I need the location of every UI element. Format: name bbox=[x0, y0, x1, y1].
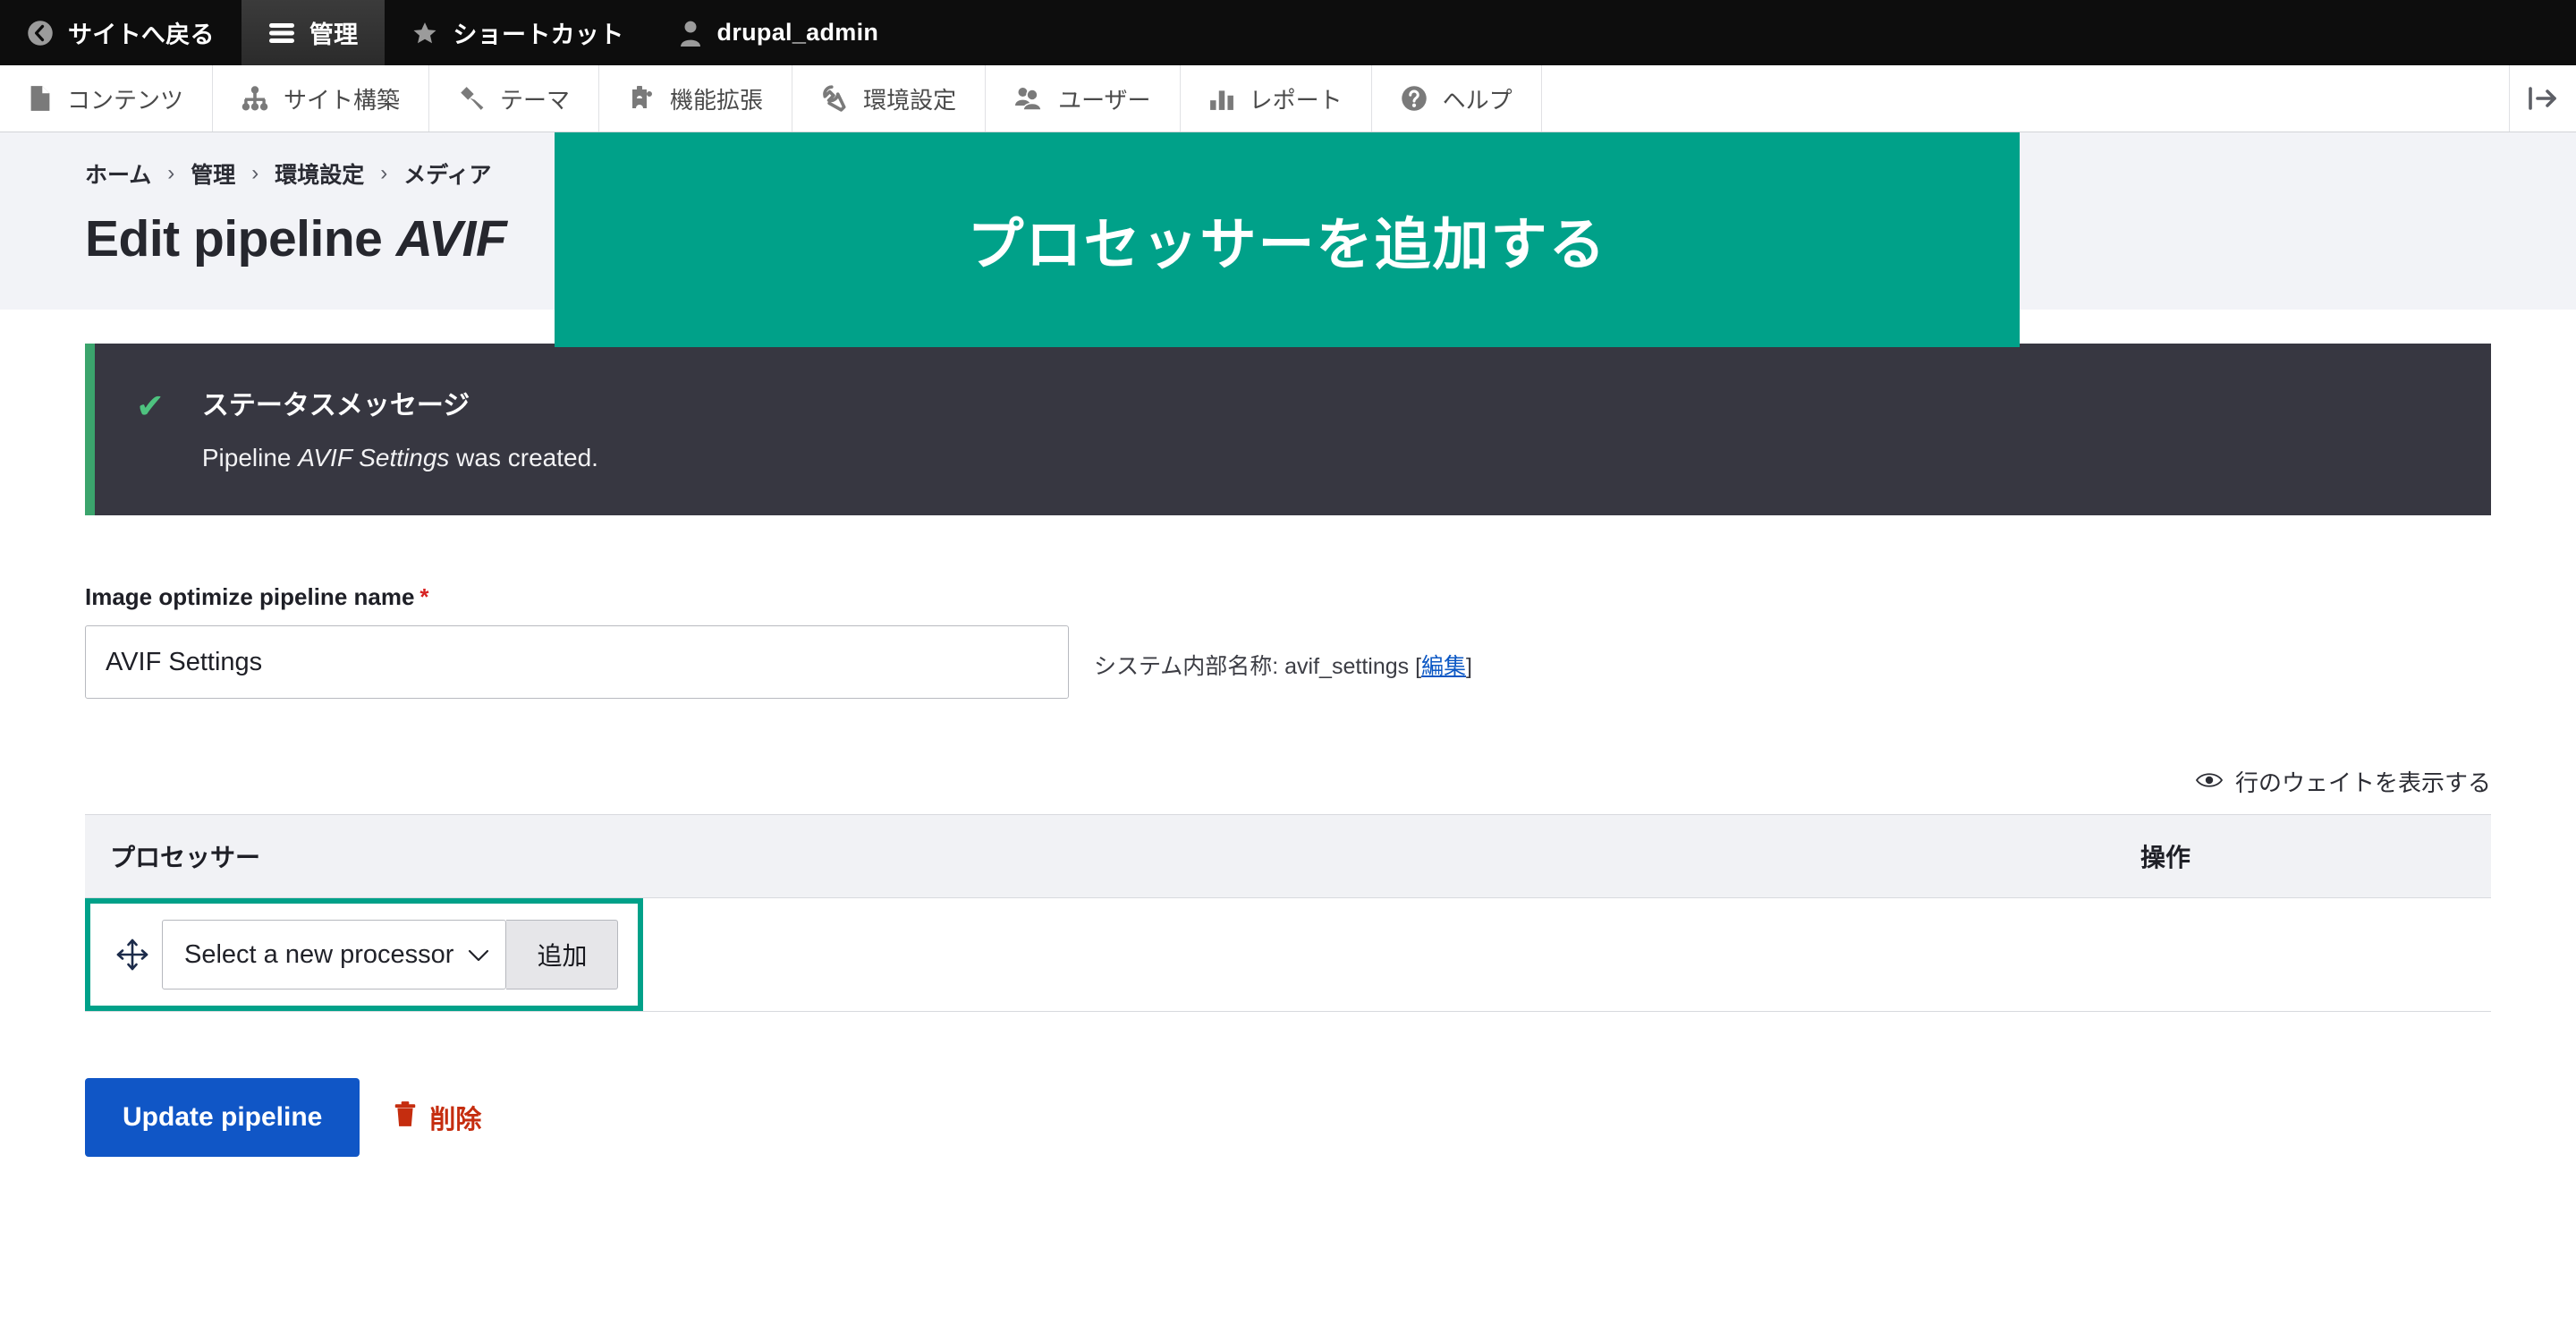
add-processor-highlight-group: Select a new processor 追加 bbox=[85, 898, 644, 1011]
main-content: ✔ ステータスメッセージ Pipeline AVIF Settings was … bbox=[0, 310, 2576, 1157]
machine-name-prefix: システム内部名称: bbox=[1094, 654, 1285, 679]
menu-item-structure-label: サイト構築 bbox=[284, 86, 401, 114]
pipeline-name-label-text: Image optimize pipeline name bbox=[85, 583, 415, 610]
menu-item-help-label: ヘルプ bbox=[1442, 86, 1513, 114]
wrench-icon bbox=[821, 85, 848, 112]
eye-icon bbox=[2195, 768, 2224, 795]
back-circle-icon bbox=[27, 20, 54, 47]
new-processor-select[interactable]: Select a new processor bbox=[162, 920, 507, 990]
status-text-emphasis: AVIF Settings bbox=[298, 444, 450, 471]
menu-item-reports-label: レポート bbox=[1249, 86, 1343, 114]
menu-item-configuration[interactable]: 環境設定 bbox=[792, 65, 987, 132]
menu-item-appearance-label: テーマ bbox=[500, 86, 571, 114]
toolbar-user-account[interactable]: drupal_admin bbox=[651, 0, 906, 65]
status-message: ✔ ステータスメッセージ Pipeline AVIF Settings was … bbox=[85, 344, 2491, 515]
page-title-prefix: Edit pipeline bbox=[85, 210, 396, 268]
toolbar-back-to-site[interactable]: サイトへ戻る bbox=[0, 0, 242, 65]
status-text-before: Pipeline bbox=[201, 444, 299, 471]
show-row-weights-toggle[interactable]: 行のウェイトを表示する bbox=[85, 765, 2491, 798]
machine-name-display: システム内部名称: avif_settings [編集] bbox=[1094, 643, 1472, 681]
toolbar-user-label: drupal_admin bbox=[716, 19, 879, 46]
breadcrumb-item-configuration[interactable]: 環境設定 bbox=[275, 157, 364, 190]
pipeline-name-label: Image optimize pipeline name * bbox=[85, 583, 2491, 611]
breadcrumb-item-manage[interactable]: 管理 bbox=[191, 157, 235, 190]
required-marker: * bbox=[419, 583, 429, 610]
menu-item-configuration-label: 環境設定 bbox=[863, 86, 957, 114]
toolbar-manage[interactable]: 管理 bbox=[241, 0, 386, 65]
column-header-operations: 操作 bbox=[2115, 814, 2491, 898]
breadcrumb-separator: › bbox=[251, 161, 259, 185]
people-icon bbox=[1014, 86, 1043, 111]
breadcrumb-separator: › bbox=[380, 161, 388, 185]
column-header-processor: プロセッサー bbox=[85, 814, 2115, 898]
status-text-after: was created. bbox=[449, 444, 598, 471]
page-title-emphasis: AVIF bbox=[395, 210, 507, 268]
toolbar-manage-label: 管理 bbox=[309, 21, 359, 48]
processor-add-cell: Select a new processor 追加 bbox=[85, 898, 2491, 1012]
trash-icon bbox=[394, 1100, 417, 1134]
drag-move-icon[interactable] bbox=[103, 938, 162, 972]
delete-button[interactable]: 削除 bbox=[394, 1099, 481, 1136]
menu-item-content[interactable]: コンテンツ bbox=[0, 65, 214, 132]
menu-item-appearance[interactable]: テーマ bbox=[429, 65, 600, 132]
menu-item-structure[interactable]: サイト構築 bbox=[213, 65, 430, 132]
question-mark-icon bbox=[1401, 85, 1428, 112]
menu-item-help[interactable]: ヘルプ bbox=[1372, 65, 1542, 132]
machine-name-edit-link[interactable]: 編集 bbox=[1421, 654, 1466, 679]
chevron-down-icon bbox=[468, 940, 489, 970]
add-processor-overlay-banner: プロセッサーを追加する bbox=[555, 132, 2020, 347]
menu-item-extend-label: 機能拡張 bbox=[670, 86, 764, 114]
row-divider bbox=[85, 1011, 2491, 1012]
table-row: Select a new processor 追加 bbox=[85, 898, 2491, 1012]
hamburger-icon bbox=[268, 22, 295, 44]
form-actions: Update pipeline 削除 bbox=[85, 1078, 2491, 1157]
delete-button-label: 削除 bbox=[429, 1106, 482, 1134]
toolbar-back-to-site-label: サイトへ戻る bbox=[68, 21, 215, 48]
toolbar-shortcuts[interactable]: ショートカット bbox=[385, 0, 650, 65]
status-message-title: ステータスメッセージ bbox=[201, 391, 470, 420]
page-header: ホーム › 管理 › 環境設定 › メディア Edit pipeline AVI… bbox=[0, 132, 2576, 347]
pipeline-name-input[interactable] bbox=[85, 625, 1069, 699]
machine-name-value: avif_settings bbox=[1284, 654, 1410, 679]
admin-toolbar: サイトへ戻る 管理 ショートカット drupal_admin bbox=[0, 0, 2576, 65]
sitemap-icon bbox=[242, 86, 268, 111]
breadcrumb-item-home[interactable]: ホーム bbox=[85, 157, 151, 190]
menu-item-people[interactable]: ユーザー bbox=[986, 65, 1181, 132]
brush-icon bbox=[458, 85, 485, 112]
bar-chart-icon bbox=[1209, 87, 1234, 110]
menu-bar-spacer bbox=[1542, 65, 2510, 132]
menu-item-people-label: ユーザー bbox=[1058, 86, 1151, 114]
add-processor-overlay-text: プロセッサーを追加する bbox=[967, 213, 1607, 276]
machine-name-bracket-open: [ bbox=[1415, 654, 1422, 679]
machine-name-bracket-close: ] bbox=[1466, 654, 1472, 679]
processor-table: プロセッサー 操作 Select a new processor 追加 bbox=[85, 814, 2491, 1012]
checkmark-icon: ✔ bbox=[136, 388, 165, 426]
puzzle-icon bbox=[628, 86, 655, 111]
star-icon bbox=[411, 20, 438, 47]
person-icon bbox=[678, 20, 703, 47]
show-row-weights-label: 行のウェイトを表示する bbox=[2234, 769, 2491, 796]
update-pipeline-button[interactable]: Update pipeline bbox=[85, 1078, 360, 1157]
new-processor-select-value: Select a new processor bbox=[184, 939, 454, 969]
file-icon bbox=[29, 85, 52, 112]
pipeline-name-row: システム内部名称: avif_settings [編集] bbox=[85, 625, 2491, 699]
menu-item-reports[interactable]: レポート bbox=[1181, 65, 1372, 132]
breadcrumb-separator: › bbox=[167, 161, 175, 185]
collapse-toolbar-icon[interactable] bbox=[2510, 65, 2576, 132]
breadcrumb-item-media[interactable]: メディア bbox=[403, 157, 491, 190]
menu-item-content-label: コンテンツ bbox=[67, 86, 184, 114]
processor-table-header-row: プロセッサー 操作 bbox=[85, 814, 2491, 898]
admin-menu-bar: コンテンツ サイト構築 テーマ 機能拡張 環境設定 ユーザー レポート ヘルプ bbox=[0, 65, 2576, 132]
status-message-text: Pipeline AVIF Settings was created. bbox=[202, 444, 598, 472]
menu-item-extend[interactable]: 機能拡張 bbox=[599, 65, 793, 132]
add-processor-button[interactable]: 追加 bbox=[506, 920, 619, 990]
toolbar-shortcuts-label: ショートカット bbox=[453, 21, 624, 48]
